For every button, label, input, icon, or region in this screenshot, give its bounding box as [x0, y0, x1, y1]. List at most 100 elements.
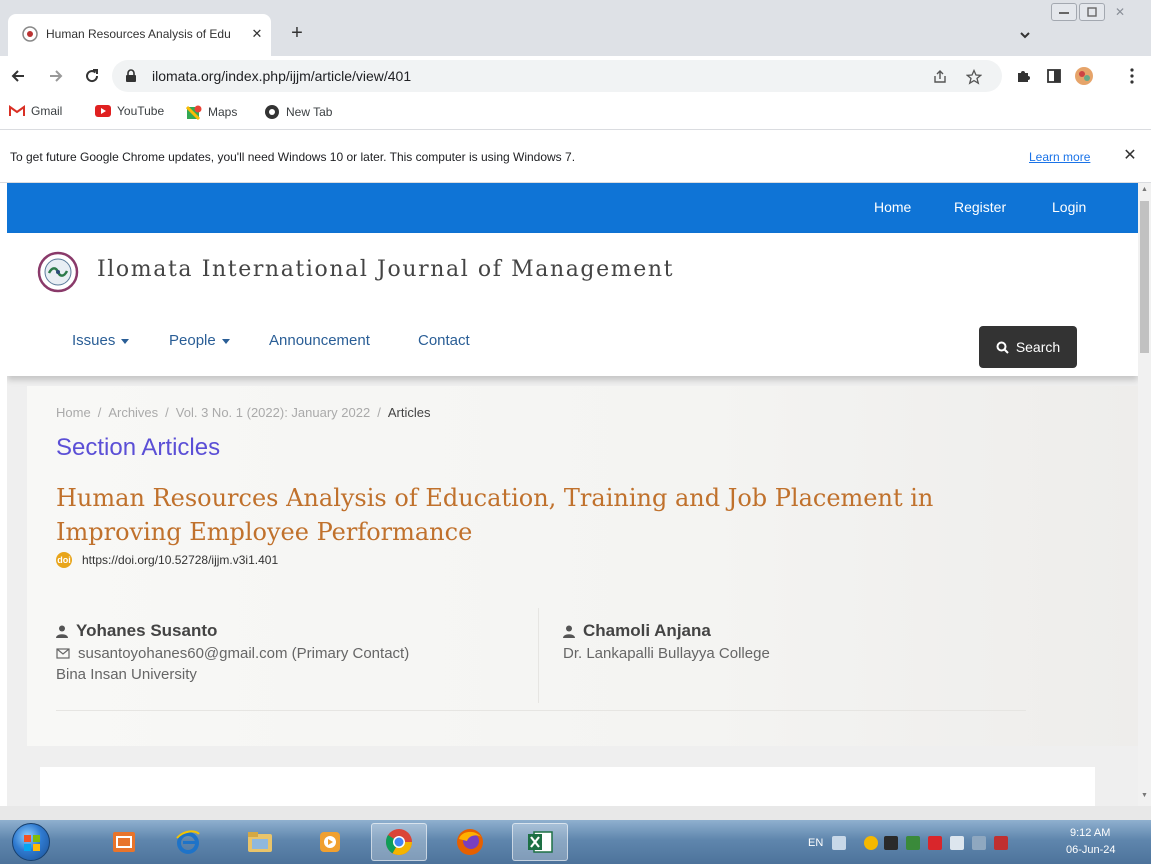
- chrome-icon: [265, 105, 279, 119]
- learn-more-link[interactable]: Learn more: [1029, 150, 1090, 164]
- author-card: Yohanes Susanto susantoyohanes60@gmail.c…: [56, 621, 409, 683]
- clock-time[interactable]: 9:12 AM: [1070, 827, 1110, 839]
- user-icon: [56, 625, 68, 638]
- author-affiliation: Bina Insan University: [56, 666, 197, 683]
- infobar-message: To get future Google Chrome updates, you…: [10, 150, 576, 164]
- user-icon: [563, 625, 575, 638]
- restore-button[interactable]: [1079, 3, 1105, 21]
- breadcrumb-issue[interactable]: Vol. 3 No. 1 (2022): January 2022: [176, 405, 370, 420]
- update-tray-icon[interactable]: [864, 836, 878, 850]
- taskbar-app-presentation[interactable]: [96, 823, 152, 861]
- browser-status-strip: [0, 806, 1151, 820]
- taskbar-app-ie[interactable]: [160, 823, 216, 861]
- antivirus-tray-icon[interactable]: [928, 836, 942, 850]
- scroll-thumb[interactable]: [1140, 201, 1149, 353]
- close-window-button[interactable]: ✕: [1107, 3, 1133, 21]
- bookmark-maps[interactable]: Maps: [186, 104, 237, 120]
- clock-date[interactable]: 06-Jun-24: [1066, 844, 1116, 856]
- page-scrollbar[interactable]: ▲ ▼: [1138, 183, 1151, 806]
- taskbar-app-player[interactable]: [302, 823, 358, 861]
- minimize-button[interactable]: [1051, 3, 1077, 21]
- folder-icon: [248, 832, 272, 852]
- doi-link[interactable]: https://doi.org/10.52728/ijjm.v3i1.401: [82, 553, 278, 567]
- section-heading: Section Articles: [56, 434, 221, 461]
- nav-issues[interactable]: Issues: [72, 332, 130, 349]
- tab-close-icon[interactable]: ✕: [246, 23, 268, 45]
- volume-tray-icon[interactable]: [950, 836, 964, 850]
- top-nav-login[interactable]: Login: [1052, 199, 1086, 215]
- flag-tray-icon[interactable]: [994, 836, 1008, 850]
- scroll-up-icon[interactable]: ▲: [1140, 185, 1149, 195]
- bookmark-gmail[interactable]: Gmail: [9, 104, 62, 118]
- tab-title: Human Resources Analysis of Edu: [46, 27, 231, 41]
- share-icon[interactable]: [930, 67, 950, 87]
- keyboard-tray-icon[interactable]: [832, 836, 846, 850]
- bookmark-label: Maps: [208, 105, 238, 119]
- reload-icon[interactable]: [80, 64, 104, 88]
- taskbar-app-explorer[interactable]: [232, 823, 288, 861]
- nav-contact-label: Contact: [418, 332, 470, 349]
- scroll-down-icon[interactable]: ▼: [1140, 791, 1149, 801]
- doi-row: doi https://doi.org/10.52728/ijjm.v3i1.4…: [56, 552, 278, 568]
- tab-search-chevron-icon[interactable]: [1014, 24, 1036, 46]
- search-button[interactable]: Search: [979, 326, 1077, 368]
- search-button-label: Search: [1015, 339, 1061, 355]
- chrome-menu-icon[interactable]: [1120, 64, 1144, 88]
- media-player-icon: [320, 832, 340, 852]
- journal-logo-icon[interactable]: [37, 251, 79, 293]
- bookmarks-bar: Gmail YouTube Maps New Tab: [0, 96, 1151, 130]
- journal-title[interactable]: Ilomata International Journal of Managem…: [97, 257, 674, 282]
- side-panel-icon[interactable]: [1042, 64, 1066, 88]
- forward-arrow-icon[interactable]: [44, 64, 68, 88]
- nav-contact[interactable]: Contact: [418, 332, 470, 349]
- site-favicon-icon: [22, 26, 38, 42]
- page-viewport: Home Register Login Ilomata Internationa…: [7, 183, 1138, 806]
- firefox-icon: [457, 829, 483, 855]
- windows-logo-icon: [24, 835, 40, 851]
- window-controls: ✕: [1051, 3, 1133, 23]
- author-email[interactable]: susantoyohanes60@gmail.com (Primary Cont…: [78, 645, 409, 662]
- taskbar-app-firefox[interactable]: [442, 823, 498, 861]
- doi-icon: doi: [56, 552, 72, 568]
- author-name-row: Chamoli Anjana: [563, 621, 770, 641]
- site-header: Ilomata International Journal of Managem…: [7, 233, 1138, 376]
- authors-bottom-divider: [56, 710, 1026, 711]
- profile-avatar-icon[interactable]: [1072, 64, 1096, 88]
- bookmark-star-icon[interactable]: [964, 67, 984, 87]
- taskbar-app-excel[interactable]: [512, 823, 568, 861]
- breadcrumb-current: Articles: [387, 405, 431, 420]
- new-tab-button[interactable]: +: [284, 21, 310, 47]
- search-icon: [996, 341, 1009, 354]
- breadcrumb-home[interactable]: Home: [56, 405, 91, 420]
- taskbar-app-chrome[interactable]: [371, 823, 427, 861]
- restore-icon: [1087, 7, 1097, 17]
- nav-people[interactable]: People: [169, 332, 230, 349]
- article-title: Human Resources Analysis of Education, T…: [56, 484, 934, 546]
- browser-titlebar: Human Resources Analysis of Edu ✕ + ✕: [0, 0, 1151, 56]
- browser-tab-active[interactable]: Human Resources Analysis of Edu ✕: [8, 14, 271, 56]
- bookmark-new-tab[interactable]: New Tab: [264, 104, 332, 120]
- language-indicator[interactable]: EN: [808, 837, 823, 849]
- nav-announcement-label: Announcement: [269, 332, 370, 349]
- excel-icon: [528, 831, 553, 853]
- nav-announcement[interactable]: Announcement: [269, 332, 370, 349]
- extensions-puzzle-icon[interactable]: [1012, 64, 1036, 88]
- presentation-app-icon: [113, 832, 135, 852]
- infobar-close-icon[interactable]: ✕: [1119, 145, 1141, 167]
- author-email-row: susantoyohanes60@gmail.com (Primary Cont…: [56, 645, 409, 662]
- bookmark-label: YouTube: [117, 104, 165, 118]
- bookmark-youtube[interactable]: YouTube: [95, 104, 164, 118]
- author-name: Yohanes Susanto: [76, 621, 218, 640]
- top-nav-home[interactable]: Home: [874, 199, 911, 215]
- author-affiliation: Dr. Lankapalli Bullayya College: [563, 645, 770, 662]
- top-nav-register[interactable]: Register: [954, 199, 1006, 215]
- chrome-app-icon: [385, 829, 413, 856]
- caret-down-icon: [221, 339, 230, 344]
- start-button[interactable]: [12, 823, 50, 861]
- breadcrumb-archives[interactable]: Archives: [108, 405, 158, 420]
- network-tray-icon[interactable]: [906, 836, 920, 850]
- address-bar[interactable]: ilomata.org/index.php/ijjm/article/view/…: [112, 60, 1002, 92]
- display-tray-icon[interactable]: [972, 836, 986, 850]
- back-arrow-icon[interactable]: [6, 64, 30, 88]
- app-tray-icon[interactable]: [884, 836, 898, 850]
